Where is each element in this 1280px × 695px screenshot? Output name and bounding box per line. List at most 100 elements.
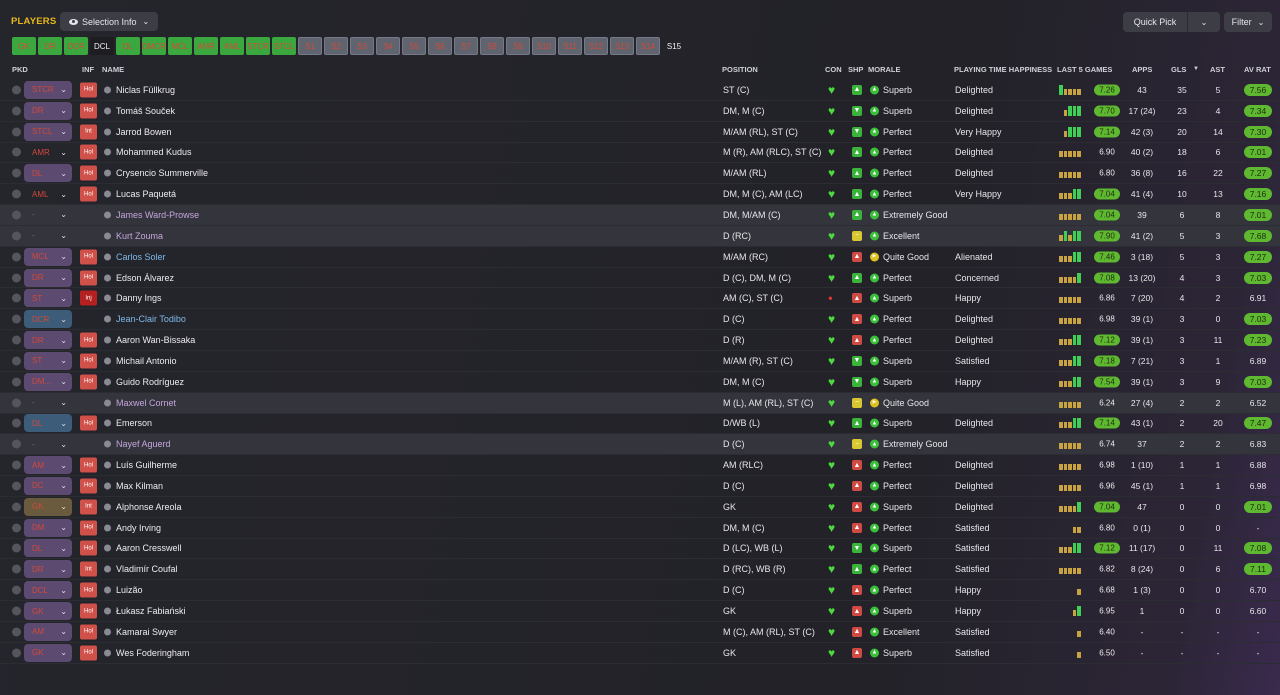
pick-toggle-icon[interactable] bbox=[12, 85, 21, 95]
player-name[interactable]: Danny Ings bbox=[116, 293, 162, 303]
position-button-s14[interactable]: S14 bbox=[636, 37, 660, 55]
pick-toggle-icon[interactable] bbox=[12, 335, 21, 345]
position-picker[interactable]: DL ⌄ bbox=[24, 539, 72, 558]
pick-toggle-icon[interactable] bbox=[12, 523, 21, 533]
position-picker[interactable]: GK ⌄ bbox=[24, 602, 72, 621]
player-name[interactable]: Vladimír Coufal bbox=[116, 564, 178, 574]
position-button-s5[interactable]: S5 bbox=[402, 37, 426, 55]
pick-toggle-icon[interactable] bbox=[12, 189, 21, 199]
position-button-stcr[interactable]: STCR bbox=[246, 37, 270, 55]
table-row[interactable]: AM ⌄ Hol Luís Guilherme AM (RLC) ♥ ▲ ▲ Perfect De… bbox=[0, 455, 1280, 477]
player-name[interactable]: Nayef Aguerd bbox=[116, 439, 171, 449]
player-name[interactable]: Carlos Soler bbox=[116, 252, 166, 262]
player-name[interactable]: Niclas Füllkrug bbox=[116, 85, 175, 95]
col-morale[interactable]: MORALE bbox=[868, 65, 901, 74]
table-row[interactable]: STCR ⌄ Hol Niclas Füllkrug ST (C) ♥ ▲ ▲ Superb De… bbox=[0, 80, 1280, 101]
chevron-down-icon[interactable]: ⌄ bbox=[1188, 18, 1220, 27]
table-row[interactable]: DR ⌄ Hol Tomáš Souček DM, M (C) ♥ ▼ ▲ Superb Deli… bbox=[0, 101, 1280, 122]
position-picker[interactable]: STCR ⌄ bbox=[24, 80, 72, 99]
table-row[interactable]: GK ⌄ Hol Łukasz Fabiański GK ♥ ▲ ▲ Superb Happy 6.… bbox=[0, 601, 1280, 622]
table-row[interactable]: STCL ⌄ Int Jarrod Bowen M/AM (RL), ST (C) ♥ ▼ ▲… bbox=[0, 122, 1280, 143]
position-button-s4[interactable]: S4 bbox=[376, 37, 400, 55]
player-name[interactable]: Jean-Clair Todibo bbox=[116, 314, 186, 324]
position-picker[interactable]: DR ⌄ bbox=[24, 331, 72, 350]
pick-toggle-icon[interactable] bbox=[12, 168, 21, 178]
player-name[interactable]: Guido Rodríguez bbox=[116, 377, 184, 387]
pick-toggle-icon[interactable] bbox=[12, 398, 21, 408]
col-shp[interactable]: SHP bbox=[848, 65, 863, 74]
position-button-s9[interactable]: S9 bbox=[506, 37, 530, 55]
table-row[interactable]: DCR ⌄ Jean-Clair Todibo D (C) ♥ ▲ ▲ Perfect Deli… bbox=[0, 309, 1280, 331]
player-name[interactable]: Tomáš Souček bbox=[116, 106, 175, 116]
player-name[interactable]: Mohammed Kudus bbox=[116, 147, 192, 157]
col-name[interactable]: NAME bbox=[102, 65, 124, 74]
col-av-rat[interactable]: AV RAT bbox=[1244, 65, 1271, 74]
col-last-5-games[interactable]: LAST 5 GAMES bbox=[1057, 65, 1112, 74]
position-picker[interactable]: - ⌄ bbox=[24, 227, 72, 245]
pick-toggle-icon[interactable] bbox=[12, 543, 21, 553]
position-picker[interactable]: DL ⌄ bbox=[24, 414, 72, 433]
table-row[interactable]: - ⌄ James Ward-Prowse DM, M/AM (C) ♥ ▲ ▲ Extrem… bbox=[0, 205, 1280, 226]
player-name[interactable]: Lucas Paquetá bbox=[116, 189, 176, 199]
position-picker[interactable]: DC ⌄ bbox=[24, 476, 72, 495]
table-row[interactable]: - ⌄ Nayef Aguerd D (C) ♥ − ▲ Extremely Good 6.74… bbox=[0, 434, 1280, 456]
pick-toggle-icon[interactable] bbox=[12, 127, 21, 137]
col-position[interactable]: POSITION bbox=[722, 65, 758, 74]
player-name[interactable]: Crysencio Summerville bbox=[116, 168, 208, 178]
position-picker[interactable]: DCL ⌄ bbox=[24, 581, 72, 600]
table-row[interactable]: DR ⌄ Hol Aaron Wan-Bissaka D (R) ♥ ▲ ▲ Perfect De… bbox=[0, 330, 1280, 351]
table-row[interactable]: - ⌄ Kurt Zouma D (RC) ♥ − ▲ Excellent 7.90 41 (2)… bbox=[0, 225, 1280, 247]
pick-toggle-icon[interactable] bbox=[12, 356, 21, 366]
position-button-amr[interactable]: AMR bbox=[194, 37, 218, 55]
position-button-s7[interactable]: S7 bbox=[454, 37, 478, 55]
filter-button[interactable]: Filter ⌄ bbox=[1224, 12, 1272, 32]
position-picker[interactable]: GK ⌄ bbox=[24, 497, 72, 516]
selection-info-button[interactable]: Selection Info ⌄ bbox=[60, 12, 158, 31]
position-picker[interactable]: - ⌄ bbox=[24, 394, 72, 412]
pick-toggle-icon[interactable] bbox=[12, 273, 21, 283]
position-button-dmcr[interactable]: DMCR bbox=[142, 37, 166, 55]
position-button-dcr[interactable]: DCR bbox=[64, 37, 88, 55]
position-button-dr[interactable]: DR bbox=[38, 37, 62, 55]
player-name[interactable]: Alphonse Areola bbox=[116, 502, 182, 512]
table-row[interactable]: DR ⌄ Int Vladimír Coufal D (RC), WB (R) ♥ ▲ ▲ Pe… bbox=[0, 559, 1280, 581]
position-button-s11[interactable]: S11 bbox=[558, 37, 582, 55]
position-button-gk[interactable]: GK bbox=[12, 37, 36, 55]
table-row[interactable]: - ⌄ Maxwel Cornet M (L), AM (RL), ST (C) ♥ − ►… bbox=[0, 392, 1280, 414]
position-picker[interactable]: AM ⌄ bbox=[24, 622, 72, 641]
pick-toggle-icon[interactable] bbox=[12, 627, 21, 637]
col-inf[interactable]: INF bbox=[82, 65, 94, 74]
player-name[interactable]: Jarrod Bowen bbox=[116, 127, 172, 137]
position-button-aml[interactable]: AML bbox=[220, 37, 244, 55]
position-picker[interactable]: DM ⌄ bbox=[24, 518, 72, 537]
pick-toggle-icon[interactable] bbox=[12, 210, 21, 220]
position-button-s1[interactable]: S1 bbox=[298, 37, 322, 55]
position-button-stcl[interactable]: STCL bbox=[272, 37, 296, 55]
position-picker[interactable]: ST ⌄ bbox=[24, 351, 72, 370]
table-row[interactable]: DCL ⌄ Hol Luizão D (C) ♥ ▲ ▲ Perfect Happy 6.68 1 (… bbox=[0, 580, 1280, 602]
table-row[interactable]: DL ⌄ Hol Crysencio Summerville M/AM (RL) ♥ ▲ ▲ P… bbox=[0, 163, 1280, 185]
pick-toggle-icon[interactable] bbox=[12, 439, 21, 449]
position-button-s15[interactable]: S15 bbox=[662, 37, 686, 55]
player-name[interactable]: James Ward-Prowse bbox=[116, 210, 199, 220]
table-row[interactable]: AMR ⌄ Hol Mohammed Kudus M (R), AM (RLC), ST… bbox=[0, 143, 1280, 164]
table-row[interactable]: DR ⌄ Hol Edson Álvarez D (C), DM, M (C) ♥ ▲ ▲ Pe… bbox=[0, 268, 1280, 289]
player-name[interactable]: Edson Álvarez bbox=[116, 273, 174, 283]
position-picker[interactable]: STCL ⌄ bbox=[24, 122, 72, 141]
player-name[interactable]: Max Kilman bbox=[116, 481, 163, 491]
pick-toggle-icon[interactable] bbox=[12, 460, 21, 470]
position-picker[interactable]: MCL ⌄ bbox=[24, 247, 72, 266]
table-row[interactable]: ST ⌄ Hol Michail Antonio M/AM (R), ST (C) ♥ ▼ ▲… bbox=[0, 351, 1280, 372]
player-name[interactable]: Kamarai Swyer bbox=[116, 627, 177, 637]
table-row[interactable]: MCL ⌄ Hol Carlos Soler M/AM (RC) ♥ ▲ ► Quite Goo… bbox=[0, 247, 1280, 268]
table-row[interactable]: GK ⌄ Int Alphonse Areola GK ♥ ▲ ▲ Superb Delighte… bbox=[0, 497, 1280, 518]
table-row[interactable]: AM ⌄ Hol Kamarai Swyer M (C), AM (RL), ST (C… bbox=[0, 622, 1280, 643]
position-button-s2[interactable]: S2 bbox=[324, 37, 348, 55]
col-apps[interactable]: APPS bbox=[1132, 65, 1152, 74]
table-row[interactable]: DC ⌄ Hol Max Kilman D (C) ♥ ▲ ▲ Perfect Delighted… bbox=[0, 476, 1280, 497]
position-button-s10[interactable]: S10 bbox=[532, 37, 556, 55]
pick-toggle-icon[interactable] bbox=[12, 377, 21, 387]
table-row[interactable]: AML ⌄ Hol Lucas Paquetá DM, M (C), AM (LC) ♥ ▲… bbox=[0, 184, 1280, 206]
player-name[interactable]: Łukasz Fabiański bbox=[116, 606, 186, 616]
position-picker[interactable]: AM ⌄ bbox=[24, 456, 72, 475]
